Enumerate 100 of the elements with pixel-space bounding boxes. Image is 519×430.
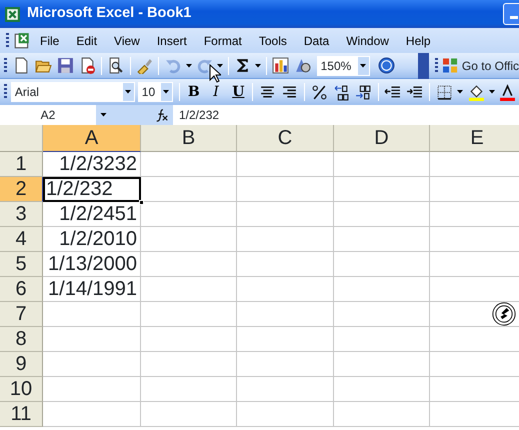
row-header[interactable]: 5 bbox=[0, 252, 43, 277]
table-cell[interactable] bbox=[237, 252, 334, 277]
dropdown-arrow-icon[interactable] bbox=[100, 113, 106, 117]
fill-handle[interactable] bbox=[139, 200, 144, 205]
minimize-button[interactable] bbox=[503, 3, 519, 25]
table-cell[interactable] bbox=[237, 352, 334, 377]
menu-item[interactable]: File bbox=[31, 30, 68, 52]
table-cell[interactable] bbox=[334, 277, 430, 302]
table-cell[interactable] bbox=[43, 352, 141, 377]
row-header[interactable]: 4 bbox=[0, 227, 43, 252]
table-cell[interactable] bbox=[334, 377, 430, 402]
align-right-icon[interactable] bbox=[281, 84, 298, 100]
font-color-icon[interactable] bbox=[499, 84, 516, 100]
table-cell[interactable] bbox=[334, 327, 430, 352]
new-document-icon[interactable] bbox=[13, 57, 30, 74]
italic-button[interactable]: I bbox=[204, 81, 228, 103]
increase-decimal-icon[interactable] bbox=[332, 84, 350, 100]
row-header[interactable]: 3 bbox=[0, 202, 43, 227]
table-cell[interactable] bbox=[141, 327, 237, 352]
increase-indent-icon[interactable] bbox=[406, 84, 424, 100]
table-cell[interactable]: 1/2/2010 bbox=[43, 227, 141, 252]
brush-icon[interactable] bbox=[136, 57, 154, 74]
decrease-decimal-icon[interactable] bbox=[354, 84, 372, 100]
row-header[interactable]: 10 bbox=[0, 377, 43, 402]
borders-icon[interactable] bbox=[436, 84, 453, 100]
decrease-indent-icon[interactable] bbox=[384, 84, 402, 100]
table-cell[interactable] bbox=[141, 377, 237, 402]
table-cell[interactable] bbox=[237, 202, 334, 227]
dropdown-arrow-icon[interactable] bbox=[489, 90, 496, 94]
print-preview-icon[interactable] bbox=[107, 57, 124, 74]
formula-field[interactable]: 1/2/232 bbox=[173, 105, 519, 125]
table-cell[interactable] bbox=[237, 377, 334, 402]
row-header[interactable]: 11 bbox=[0, 402, 43, 427]
fill-color-icon[interactable] bbox=[468, 84, 485, 100]
column-header[interactable]: B bbox=[141, 125, 237, 152]
table-cell[interactable] bbox=[334, 352, 430, 377]
table-cell[interactable] bbox=[334, 152, 430, 177]
menu-item[interactable]: Format bbox=[194, 30, 250, 52]
table-cell[interactable]: 1/13/2000 bbox=[43, 252, 141, 277]
table-cell[interactable] bbox=[237, 402, 334, 427]
office-icon[interactable] bbox=[442, 57, 458, 74]
table-cell[interactable] bbox=[237, 302, 334, 327]
zoom-field[interactable]: 150% bbox=[316, 56, 370, 76]
clipboard-paste-icon[interactable] bbox=[492, 302, 516, 326]
font-field[interactable]: Arial bbox=[10, 82, 135, 102]
function-icon[interactable] bbox=[155, 108, 169, 122]
align-center-icon[interactable] bbox=[259, 84, 276, 100]
drawing-icon[interactable] bbox=[294, 57, 312, 74]
table-cell[interactable] bbox=[430, 302, 519, 327]
table-cell[interactable] bbox=[334, 177, 430, 202]
select-all-corner[interactable] bbox=[0, 125, 43, 152]
table-cell[interactable] bbox=[237, 227, 334, 252]
row-header[interactable]: 9 bbox=[0, 352, 43, 377]
table-cell[interactable] bbox=[237, 152, 334, 177]
dropdown-arrow-icon[interactable] bbox=[360, 64, 366, 68]
table-cell[interactable]: 1/2/232 bbox=[43, 177, 141, 202]
table-cell[interactable]: 1/2/2451 bbox=[43, 202, 141, 227]
bold-button[interactable]: B bbox=[182, 81, 205, 103]
table-cell[interactable] bbox=[43, 377, 141, 402]
help-icon[interactable] bbox=[378, 57, 396, 74]
table-cell[interactable] bbox=[334, 227, 430, 252]
permission-icon[interactable] bbox=[78, 57, 96, 74]
table-cell[interactable] bbox=[334, 402, 430, 427]
column-header[interactable]: A bbox=[43, 125, 141, 152]
table-cell[interactable] bbox=[237, 177, 334, 202]
table-cell[interactable] bbox=[237, 327, 334, 352]
dropdown-arrow-icon[interactable] bbox=[125, 90, 132, 94]
table-cell[interactable] bbox=[43, 302, 141, 327]
table-cell[interactable] bbox=[141, 252, 237, 277]
table-cell[interactable] bbox=[141, 227, 237, 252]
table-cell[interactable] bbox=[141, 352, 237, 377]
dropdown-arrow-icon[interactable] bbox=[163, 90, 170, 94]
table-cell[interactable] bbox=[141, 202, 237, 227]
menu-item[interactable]: View bbox=[105, 30, 148, 52]
table-cell[interactable] bbox=[334, 202, 430, 227]
column-header[interactable]: E bbox=[430, 125, 519, 152]
table-cell[interactable]: 1/2/3232 bbox=[43, 152, 141, 177]
table-cell[interactable] bbox=[334, 302, 430, 327]
table-cell[interactable] bbox=[141, 277, 237, 302]
menu-item[interactable]: Window bbox=[337, 30, 397, 52]
table-cell[interactable] bbox=[141, 152, 237, 177]
table-cell[interactable] bbox=[43, 327, 141, 352]
chart-icon[interactable] bbox=[272, 57, 290, 74]
dropdown-arrow-icon[interactable] bbox=[217, 64, 224, 68]
row-header[interactable]: 2 bbox=[0, 177, 43, 202]
dropdown-arrow-icon[interactable] bbox=[186, 64, 192, 68]
menu-item[interactable]: Tools bbox=[250, 30, 295, 52]
row-header[interactable]: 1 bbox=[0, 152, 43, 177]
toolbar-options-button[interactable] bbox=[418, 52, 429, 78]
menu-item[interactable]: Data bbox=[294, 30, 338, 52]
table-cell[interactable] bbox=[334, 252, 430, 277]
name-box[interactable]: A2 bbox=[0, 105, 96, 125]
row-header[interactable]: 6 bbox=[0, 277, 43, 302]
row-header[interactable]: 8 bbox=[0, 327, 43, 352]
menu-item[interactable]: Edit bbox=[67, 30, 106, 52]
font-size-field[interactable]: 10 bbox=[138, 82, 173, 102]
table-cell[interactable] bbox=[141, 302, 237, 327]
row-header[interactable]: 7 bbox=[0, 302, 43, 327]
column-header[interactable]: C bbox=[237, 125, 334, 152]
percent-icon[interactable] bbox=[310, 84, 328, 100]
